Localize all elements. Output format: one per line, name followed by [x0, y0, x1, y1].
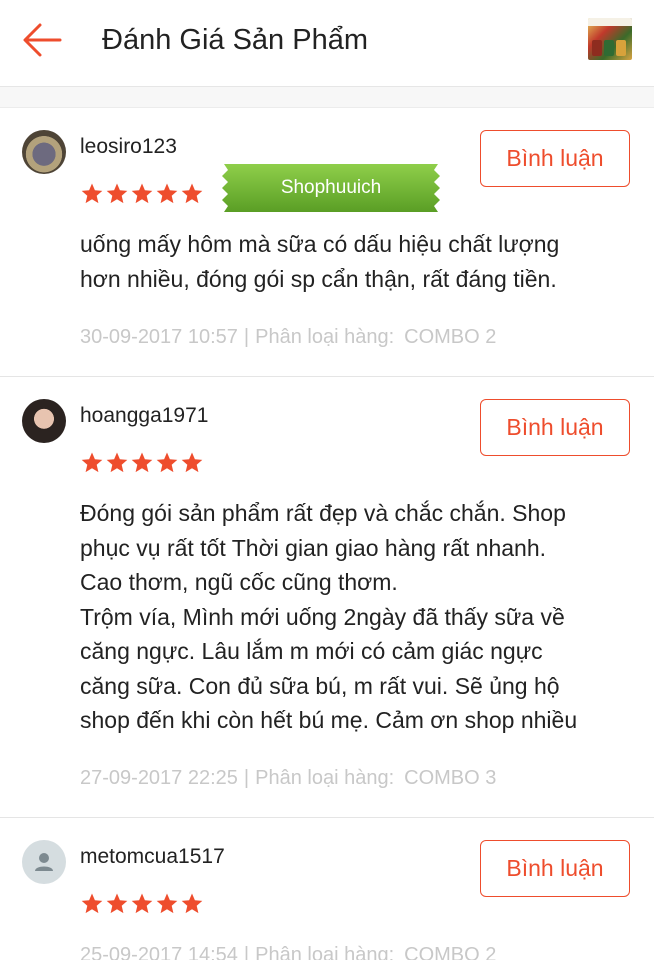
star-icon [131, 893, 153, 914]
star-rating [80, 451, 204, 475]
star-icon [181, 893, 203, 914]
star-icon [81, 452, 103, 473]
meta-separator: | [243, 326, 250, 348]
meta-separator: | [243, 944, 250, 960]
section-separator [0, 87, 654, 108]
review-text: uống mấy hôm mà sữa có dấu hiệu chất lượ… [80, 231, 560, 292]
meta-separator: | [243, 767, 250, 789]
back-button[interactable] [20, 20, 64, 60]
review-text: Đóng gói sản phẩm rất đẹp và chắc chắn. … [80, 500, 578, 733]
reviewer-username: metomcua1517 [80, 845, 225, 868]
star-icon [106, 893, 128, 914]
divider [0, 376, 654, 377]
default-user-icon [35, 853, 53, 871]
star-icon [81, 893, 103, 914]
review-item: metomcua1517 Bình luận 25-09-2017 14:54 |… [0, 840, 654, 960]
star-icon [156, 452, 178, 473]
star-icon [156, 893, 178, 914]
review-item: hoangga1971 Bình luận Đóng gói sản phẩm … [0, 399, 654, 818]
review-meta: 25-09-2017 14:54 | Phân loại hàng: COMBO 2 [80, 942, 496, 960]
variant-label: Phân loại hàng: [255, 767, 395, 789]
variant-value: COMBO 2 [404, 326, 497, 348]
review-date: 27-09-2017 22:25 [80, 767, 238, 789]
watermark-text: Shophuuich [280, 177, 382, 198]
review-meta: 30-09-2017 10:57 | Phân loại hàng: COMBO 2 [80, 324, 496, 350]
divider [0, 817, 654, 818]
variant-label: Phân loại hàng: [255, 326, 395, 348]
star-icon [131, 452, 153, 473]
comment-button[interactable]: Bình luận [480, 130, 630, 187]
avatar[interactable] [22, 840, 66, 884]
product-thumbnail[interactable] [588, 18, 632, 60]
star-icon [156, 183, 178, 204]
star-icon [181, 452, 203, 473]
star-icon [181, 183, 203, 204]
variant-value: COMBO 2 [404, 944, 497, 960]
comment-button[interactable]: Bình luận [480, 399, 630, 456]
avatar[interactable] [22, 399, 66, 443]
app-header: Đánh Giá Sản Phẩm [0, 0, 654, 87]
variant-label: Phân loại hàng: [255, 944, 395, 960]
arrow-left-icon [23, 23, 62, 57]
star-rating [80, 182, 204, 206]
star-icon [106, 452, 128, 473]
page-title: Đánh Giá Sản Phẩm [102, 24, 368, 56]
star-icon [131, 183, 153, 204]
avatar[interactable] [22, 130, 66, 174]
review-date: 30-09-2017 10:57 [80, 326, 238, 348]
variant-value: COMBO 3 [404, 767, 497, 789]
review-meta: 27-09-2017 22:25 | Phân loại hàng: COMBO 3 [80, 765, 496, 791]
comment-button[interactable]: Bình luận [480, 840, 630, 897]
watermark-badge: Shophuuich [220, 162, 442, 214]
star-icon [106, 183, 128, 204]
star-icon [81, 183, 103, 204]
reviewer-username: hoangga1971 [80, 404, 209, 427]
reviewer-username: leosiro123 [80, 135, 177, 158]
star-rating [80, 892, 204, 916]
review-date: 25-09-2017 14:54 [80, 944, 238, 960]
